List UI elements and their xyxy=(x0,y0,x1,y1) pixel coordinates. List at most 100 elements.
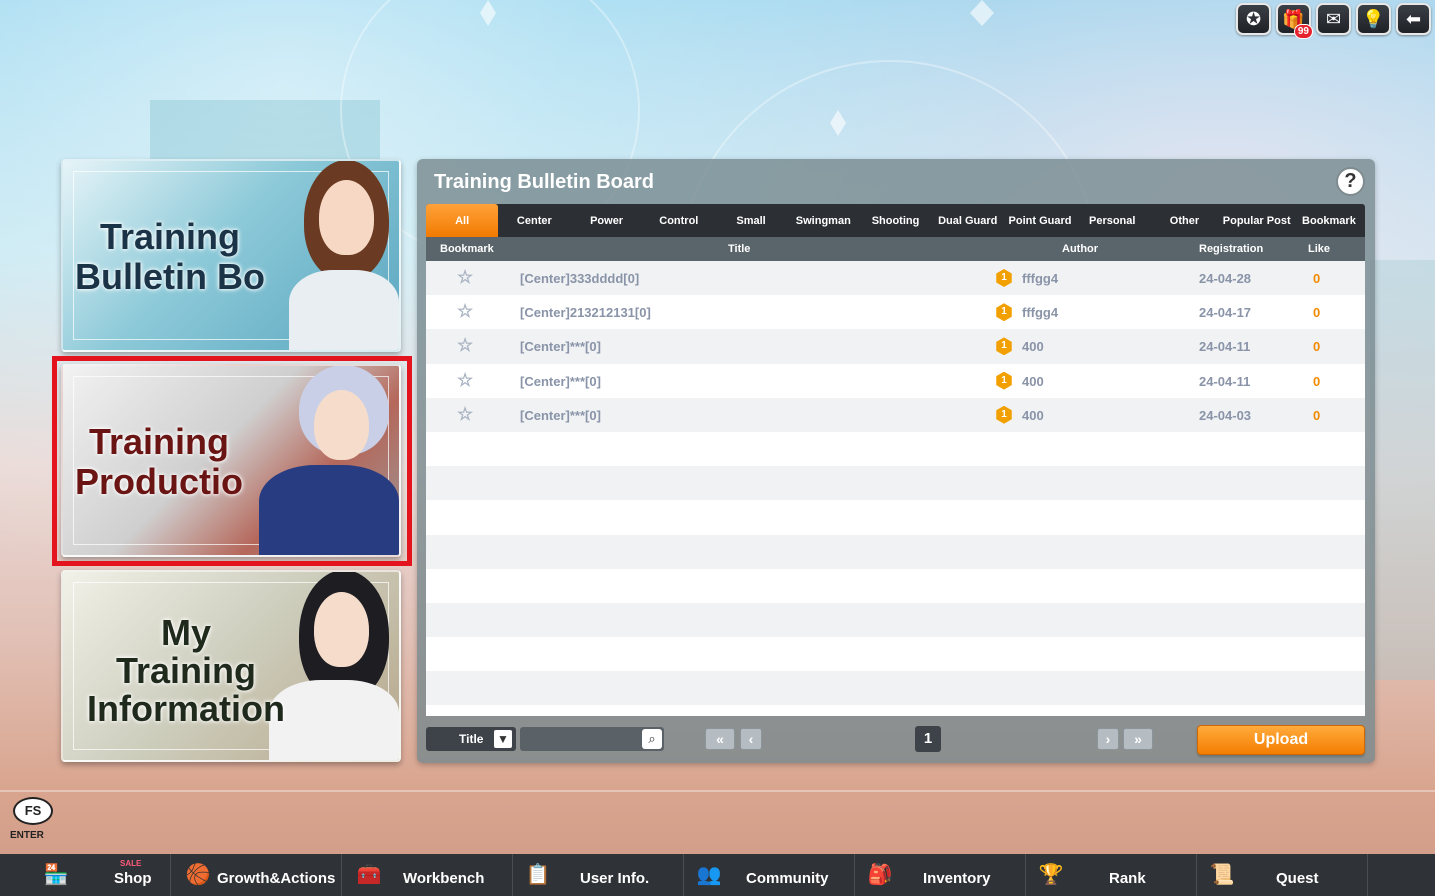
medal-icon[interactable]: ✪ xyxy=(1236,3,1271,35)
medal-glyph: ✪ xyxy=(1245,8,1262,29)
post-date: 24-04-17 xyxy=(1199,305,1252,321)
level-medal-icon: 1 xyxy=(996,405,1012,424)
post-title[interactable]: [Center]333dddd[0] xyxy=(520,271,639,286)
column-registration: Registration xyxy=(1199,243,1264,255)
nav-label: Rank xyxy=(1109,870,1146,887)
current-page[interactable]: 1 xyxy=(915,726,941,752)
post-author: fffgg4 xyxy=(1022,305,1059,321)
category-tabs: All Center Power Control Small Swingman … xyxy=(426,204,1365,237)
empty-row xyxy=(426,671,1365,706)
post-likes: 0 xyxy=(1313,271,1321,286)
quest-icon: 📜 xyxy=(1209,864,1235,886)
search-type-select[interactable]: Title ▼ xyxy=(426,727,516,751)
tab-personal[interactable]: Personal xyxy=(1076,204,1148,237)
table-row[interactable]: ☆ [Center]213212131[0] 1 fffgg4 24-04-17… xyxy=(426,295,1365,330)
tab-small[interactable]: Small xyxy=(715,204,787,237)
table-row[interactable]: ☆ [Center]***[0] 1 400 24-04-11 0 xyxy=(426,329,1365,364)
mail-icon[interactable]: ✉ xyxy=(1316,3,1351,35)
nav-user-info[interactable]: 📋 User Info. xyxy=(513,854,684,896)
table-row[interactable]: ☆ [Center]***[0] 1 400 24-04-03 0 xyxy=(426,397,1365,432)
gift-count-badge: 99 xyxy=(1293,24,1313,39)
level-medal-icon: 1 xyxy=(996,337,1012,356)
post-title[interactable]: [Center]***[0] xyxy=(520,374,601,389)
community-icon: 👥 xyxy=(696,864,722,886)
character-body xyxy=(289,270,399,350)
empty-row xyxy=(426,466,1365,501)
lightbulb-icon[interactable]: 💡 xyxy=(1356,3,1391,35)
post-likes: 0 xyxy=(1313,305,1321,321)
tab-all[interactable]: All xyxy=(426,204,499,237)
back-arrow-icon[interactable]: ⬅ xyxy=(1396,3,1431,35)
column-like: Like xyxy=(1308,243,1331,255)
nav-shop[interactable]: 🏪 SALE Shop xyxy=(0,854,171,896)
post-list: ☆ [Center]333dddd[0] 1 fffgg4 24-04-28 0… xyxy=(426,261,1365,716)
shop-icon: 🏪 xyxy=(43,864,69,886)
tab-popular-post[interactable]: Popular Post xyxy=(1221,204,1293,237)
tab-bookmark[interactable]: Bookmark xyxy=(1293,204,1365,237)
nav-label: Quest xyxy=(1276,870,1319,887)
next-page-button[interactable]: › xyxy=(1097,728,1119,750)
nav-community[interactable]: 👥 Community xyxy=(684,854,855,896)
first-page-button[interactable]: « xyxy=(705,728,735,750)
empty-row xyxy=(426,568,1365,603)
tab-other[interactable]: Other xyxy=(1148,204,1220,237)
bookmark-star-icon[interactable]: ☆ xyxy=(457,370,473,391)
level-medal-icon: 1 xyxy=(996,371,1012,390)
post-title[interactable]: [Center]***[0] xyxy=(520,408,601,423)
upload-button[interactable]: Upload xyxy=(1197,725,1365,755)
nav-label: Inventory xyxy=(923,870,991,887)
help-button[interactable]: ? xyxy=(1336,167,1365,196)
training-bulletin-card[interactable]: Training Bulletin Bo xyxy=(61,159,401,352)
nav-rank[interactable]: 🏆 Rank xyxy=(1026,854,1197,896)
fs-enter-button[interactable]: FS ENTER xyxy=(8,797,58,841)
tab-shooting[interactable]: Shooting xyxy=(859,204,931,237)
empty-row xyxy=(426,602,1365,638)
post-title[interactable]: [Center]213212131[0] xyxy=(520,305,651,320)
user-info-icon: 📋 xyxy=(525,864,551,886)
card-title-line: My xyxy=(160,612,211,653)
bookmark-star-icon[interactable]: ☆ xyxy=(457,404,473,425)
court-line xyxy=(0,790,1435,792)
prev-page-button[interactable]: ‹ xyxy=(740,728,762,750)
empty-row xyxy=(426,500,1365,535)
nav-growth-actions[interactable]: 🏀 Growth&Actions xyxy=(171,854,342,896)
last-page-button[interactable]: » xyxy=(1123,728,1153,750)
post-date: 24-04-28 xyxy=(1199,271,1252,286)
bookmark-star-icon[interactable]: ☆ xyxy=(457,335,473,356)
post-date: 24-04-03 xyxy=(1199,407,1252,423)
nav-quest[interactable]: 📜 Quest xyxy=(1197,854,1368,896)
tab-dual-guard[interactable]: Dual Guard xyxy=(932,204,1004,237)
nav-inventory[interactable]: 🎒 Inventory xyxy=(855,854,1026,896)
post-author: fffgg4 xyxy=(1022,271,1059,286)
table-row[interactable]: ☆ [Center]***[0] 1 400 24-04-11 0 xyxy=(426,363,1365,398)
board-footer: Title ▼ ⌕ « ‹ 1 › » Upload xyxy=(426,725,1365,755)
inventory-icon: 🎒 xyxy=(867,864,893,886)
back-arrow-glyph: ⬅ xyxy=(1405,8,1422,29)
tab-swingman[interactable]: Swingman xyxy=(787,204,859,237)
growth-actions-icon: 🏀 xyxy=(185,864,211,886)
nav-workbench[interactable]: 🧰 Workbench xyxy=(342,854,513,896)
tab-point-guard[interactable]: Point Guard xyxy=(1004,204,1076,237)
search-icon[interactable]: ⌕ xyxy=(642,729,662,749)
mail-glyph: ✉ xyxy=(1325,8,1342,29)
bookmark-star-icon[interactable]: ☆ xyxy=(457,267,473,288)
column-title: Title xyxy=(728,243,751,255)
dropdown-arrow-icon[interactable]: ▼ xyxy=(494,730,512,748)
character-body xyxy=(269,680,399,760)
bottom-navigation: 🏪 SALE Shop 🏀 Growth&Actions 🧰 Workbench… xyxy=(0,854,1435,896)
gift-icon[interactable]: 🎁 99 xyxy=(1276,3,1313,39)
tab-control[interactable]: Control xyxy=(643,204,715,237)
top-toolbar: ✪ 🎁 99 ✉ 💡 ⬅ xyxy=(1236,3,1431,39)
trophy-icon: 🏆 xyxy=(1038,864,1064,886)
post-title[interactable]: [Center]***[0] xyxy=(520,339,601,354)
level-medal-icon: 1 xyxy=(996,269,1012,287)
tab-center[interactable]: Center xyxy=(498,204,570,237)
character-illustration xyxy=(249,161,399,350)
fs-logo: FS xyxy=(13,797,53,825)
empty-row xyxy=(426,431,1365,467)
tab-power[interactable]: Power xyxy=(570,204,642,237)
bookmark-star-icon[interactable]: ☆ xyxy=(457,301,473,322)
table-row[interactable]: ☆ [Center]333dddd[0] 1 fffgg4 24-04-28 0 xyxy=(426,261,1365,296)
my-training-information-card[interactable]: My Training Information xyxy=(61,570,401,762)
post-author: 400 xyxy=(1022,407,1044,423)
